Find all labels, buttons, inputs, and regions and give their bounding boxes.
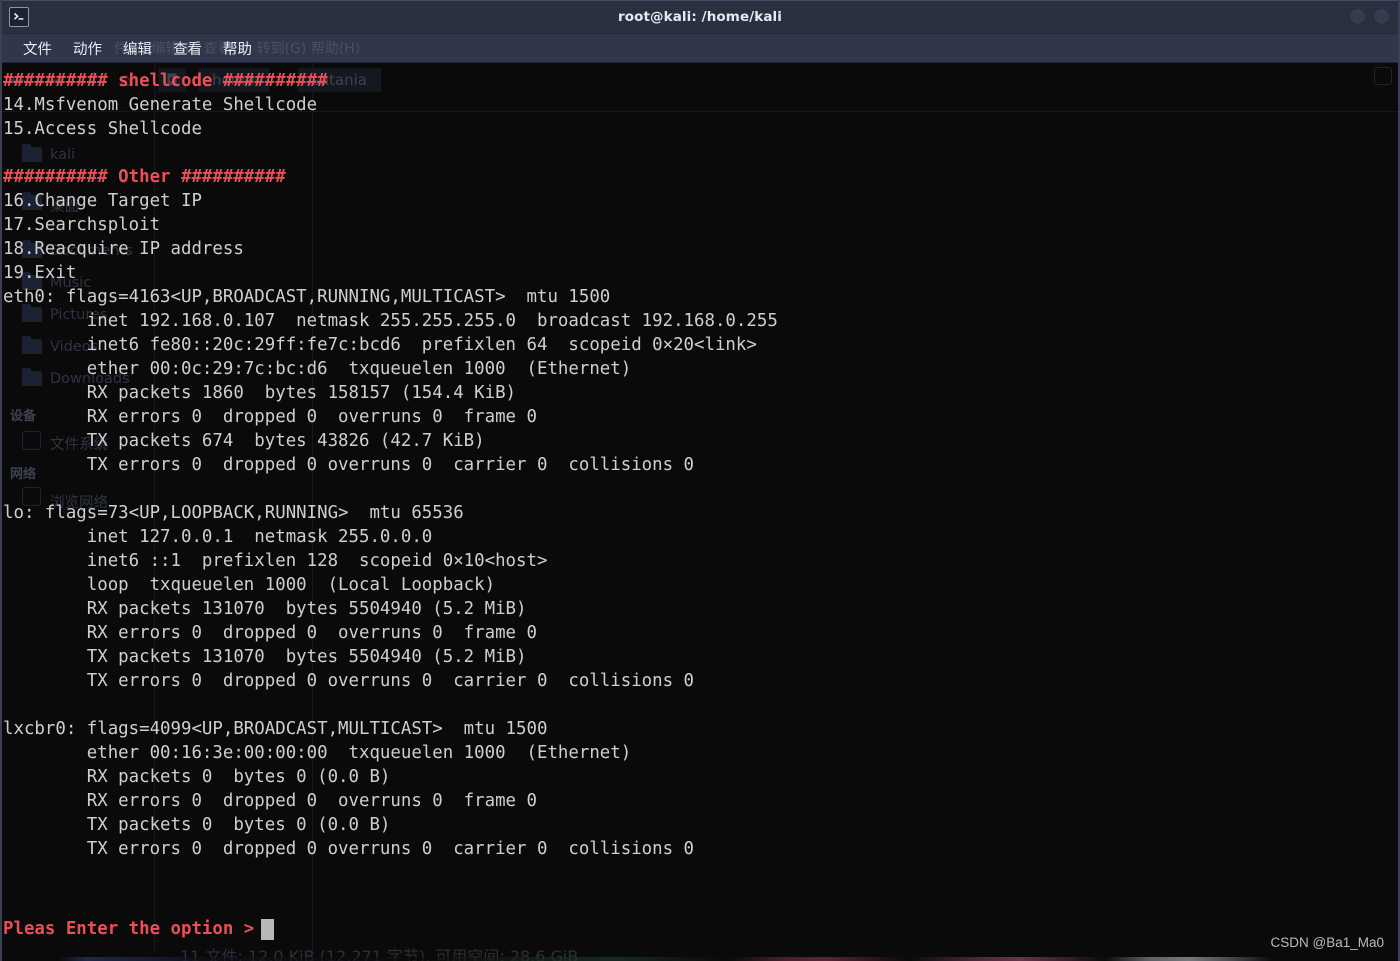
menu-edit[interactable]: 编辑 (114, 36, 161, 61)
terminal-line: RX errors 0 dropped 0 overruns 0 frame 0 (3, 791, 537, 811)
menu-file[interactable]: 文件 (14, 36, 61, 61)
terminal-line: RX packets 131070 bytes 5504940 (5.2 MiB… (3, 599, 527, 619)
window-title: root@kali: /home/kali (617, 8, 782, 25)
terminal-line: RX errors 0 dropped 0 overruns 0 frame 0 (3, 623, 537, 643)
terminal-line: 14.Msfvenom Generate Shellcode (3, 95, 318, 115)
terminal-line: 17.Searchsploit (3, 215, 161, 235)
terminal-line: 18.Reacquire IP address (3, 239, 244, 259)
csdn-watermark: CSDN @Ba1_Ma0 (1270, 935, 1385, 950)
terminal-body[interactable]: ← → ↑ ⌂ ◘ home satania kali 桌面 Documents… (2, 63, 1398, 961)
terminal-line: TX packets 131070 bytes 5504940 (5.2 MiB… (3, 647, 527, 667)
terminal-line: TX errors 0 dropped 0 overruns 0 carrier… (3, 839, 695, 859)
terminal-line: ether 00:16:3e:00:00:00 txqueuelen 1000 … (3, 743, 632, 763)
terminal-line: RX packets 1860 bytes 158157 (154.4 KiB) (3, 383, 517, 403)
desktop-wallpaper-sliver (2, 957, 1398, 961)
prompt-text: Pleas Enter the option > (3, 919, 255, 939)
maximize-button[interactable] (1373, 8, 1390, 25)
terminal-line: TX packets 0 bytes 0 (0.0 B) (3, 815, 391, 835)
terminal-line: loop txqueuelen 1000 (Local Loopback) (3, 575, 496, 595)
terminal-line: RX packets 0 bytes 0 (0.0 B) (3, 767, 391, 787)
window-controls (1349, 8, 1390, 25)
menu-view[interactable]: 查看 (164, 36, 211, 61)
terminal-line: 19.Exit (3, 263, 77, 283)
minimize-button[interactable] (1349, 8, 1366, 25)
ghost-status-text: 11 文件: 12.0 KiB (12,271 字节), 可用空间: 28.6 … (180, 947, 579, 961)
terminal-line: inet6 ::1 prefixlen 128 scopeid 0×10<hos… (3, 551, 548, 571)
title-bar[interactable]: root@kali: /home/kali (2, 0, 1398, 34)
menu-actions[interactable]: 动作 (64, 36, 111, 61)
terminal-section-heading: ########## shellcode ########## (3, 71, 328, 91)
text-cursor (261, 918, 275, 940)
terminal-prompt-line[interactable]: Pleas Enter the option > (3, 917, 275, 941)
terminal-line: lo: flags=73<UP,LOOPBACK,RUNNING> mtu 65… (3, 503, 464, 523)
terminal-line: TX packets 674 bytes 43826 (42.7 KiB) (3, 431, 485, 451)
terminal-line: RX errors 0 dropped 0 overruns 0 frame 0 (3, 407, 537, 427)
terminal-line: eth0: flags=4163<UP,BROADCAST,RUNNING,MU… (3, 287, 611, 307)
terminal-line: lxcbr0: flags=4099<UP,BROADCAST,MULTICAS… (3, 719, 548, 739)
terminal-window: root@kali: /home/kali 件(F) 编辑(E) 查看(V) 转… (0, 0, 1400, 961)
terminal-icon[interactable] (9, 6, 29, 27)
terminal-line: inet 127.0.0.1 netmask 255.0.0.0 (3, 527, 433, 547)
terminal-line: TX errors 0 dropped 0 overruns 0 carrier… (3, 455, 695, 475)
terminal-line: TX errors 0 dropped 0 overruns 0 carrier… (3, 671, 695, 691)
terminal-line: inet 192.168.0.107 netmask 255.255.255.0… (3, 311, 778, 331)
titlebar-highlight (2, 0, 1398, 1)
terminal-output: ########## shellcode ########## 14.Msfven… (2, 63, 1398, 861)
terminal-line: 15.Access Shellcode (3, 119, 202, 139)
terminal-line: ether 00:0c:29:7c:bc:d6 txqueuelen 1000 … (3, 359, 632, 379)
terminal-line: 16.Change Target IP (3, 191, 202, 211)
terminal-line: inet6 fe80::20c:29ff:fe7c:bcd6 prefixlen… (3, 335, 757, 355)
terminal-section-heading: ########## Other ########## (3, 167, 286, 187)
menu-bar: 件(F) 编辑(E) 查看(V) 转到(G) 帮助(H) 文件 动作 编辑 查看… (2, 34, 1398, 63)
menu-help[interactable]: 帮助 (214, 36, 261, 61)
